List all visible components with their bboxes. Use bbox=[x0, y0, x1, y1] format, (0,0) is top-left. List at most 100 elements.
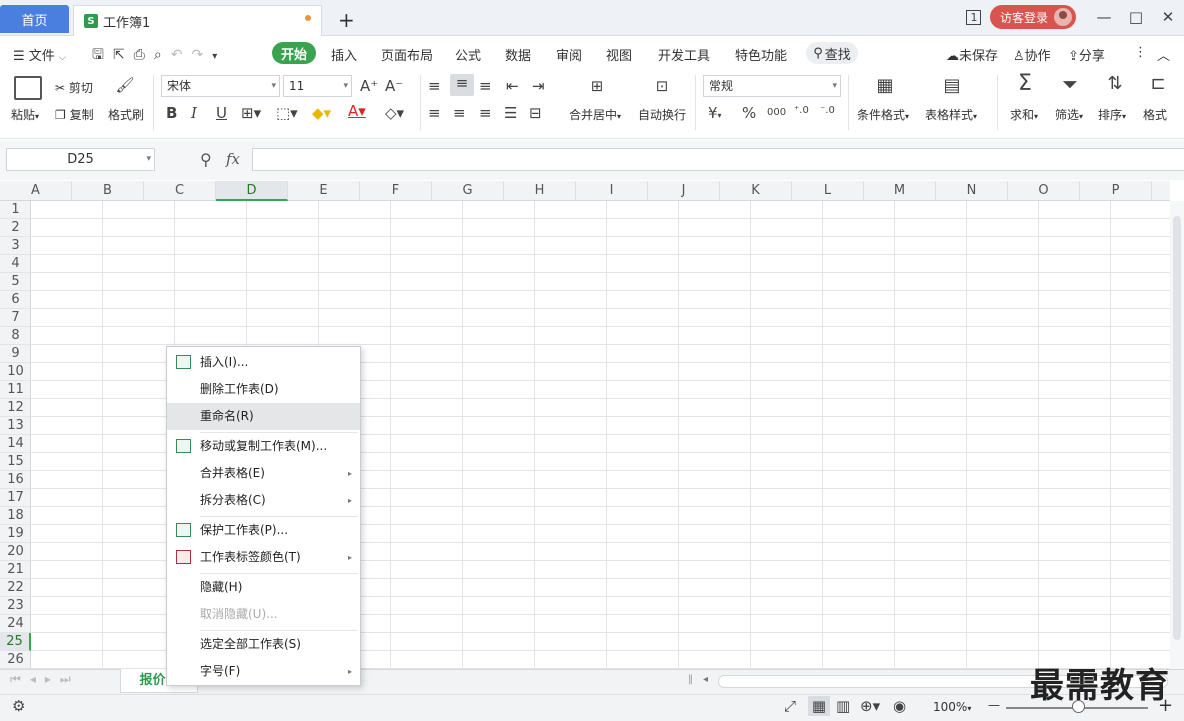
collab-button[interactable]: ♙协作 bbox=[1013, 45, 1051, 64]
row-header-16[interactable]: 16 bbox=[0, 471, 31, 489]
tab-data[interactable]: 数据 bbox=[505, 45, 531, 64]
menu-item-delete-sheet[interactable]: 删除工作表(D) bbox=[167, 376, 360, 403]
column-header-m[interactable]: M bbox=[864, 181, 936, 201]
row-header-8[interactable]: 8 bbox=[0, 327, 31, 345]
merge-center-button[interactable]: 合并居中▾ bbox=[569, 106, 621, 123]
font-size-select[interactable]: 11 bbox=[283, 75, 352, 97]
decimal-increase-icon[interactable]: ⁺.0 bbox=[794, 102, 809, 120]
formula-input[interactable] bbox=[252, 148, 1184, 171]
distribute-icon[interactable]: ⊟ bbox=[529, 104, 542, 122]
thousands-button[interactable]: 000 bbox=[767, 104, 786, 122]
row-header-6[interactable]: 6 bbox=[0, 291, 31, 309]
collapse-ribbon-icon[interactable]: ︿ bbox=[1157, 45, 1170, 64]
column-header-e[interactable]: E bbox=[288, 181, 360, 201]
column-header-g[interactable]: G bbox=[432, 181, 504, 201]
sort-icon[interactable]: ⇅ bbox=[1103, 75, 1127, 93]
align-center-icon[interactable]: ≡ bbox=[453, 104, 466, 122]
row-header-19[interactable]: 19 bbox=[0, 525, 31, 543]
tab-formula[interactable]: 公式 bbox=[455, 45, 481, 64]
column-header-h[interactable]: H bbox=[504, 181, 576, 201]
save-icon[interactable]: 🖫 bbox=[92, 47, 113, 63]
tab-review[interactable]: 审阅 bbox=[556, 45, 582, 64]
unsaved-status[interactable]: ☁未保存 bbox=[946, 45, 998, 64]
row-header-14[interactable]: 14 bbox=[0, 435, 31, 453]
menu-item-protect-sheet[interactable]: 保护工作表(P)... bbox=[167, 517, 360, 544]
column-header-j[interactable]: J bbox=[648, 181, 720, 201]
row-header-7[interactable]: 7 bbox=[0, 309, 31, 327]
eye-protect-icon[interactable]: ◉ bbox=[893, 697, 906, 715]
row-header-2[interactable]: 2 bbox=[0, 219, 31, 237]
paste-icon[interactable] bbox=[14, 76, 42, 100]
font-family-select[interactable]: 宋体 bbox=[161, 75, 280, 97]
layout-icon[interactable]: 1 bbox=[958, 9, 990, 25]
menu-item-select-all-sheets[interactable]: 选定全部工作表(S) bbox=[167, 631, 360, 658]
last-sheet-icon[interactable]: ⏭ bbox=[60, 672, 80, 686]
next-sheet-icon[interactable]: ▸ bbox=[45, 672, 60, 686]
table-style-icon[interactable]: ▤ bbox=[940, 77, 964, 95]
bold-button[interactable]: B bbox=[166, 104, 177, 122]
decimal-decrease-icon[interactable]: ⁻.0 bbox=[820, 102, 835, 120]
maximize-button[interactable]: □ bbox=[1120, 8, 1152, 26]
home-tab[interactable]: 首页 bbox=[0, 5, 69, 33]
menu-item-merge-tables[interactable]: 合并表格(E) ▸ bbox=[167, 460, 360, 487]
macro-icon[interactable]: ⚙ bbox=[12, 697, 25, 715]
column-header-i[interactable]: I bbox=[576, 181, 648, 201]
prev-sheet-icon[interactable]: ◂ bbox=[30, 672, 45, 686]
percent-button[interactable]: % bbox=[742, 104, 756, 122]
brush-icon[interactable]: 🖌 bbox=[115, 76, 135, 94]
fullscreen-icon[interactable]: ⤢ bbox=[784, 697, 796, 715]
menu-item-tab-color[interactable]: 工作表标签颜色(T) ▸ bbox=[167, 544, 360, 571]
align-top-icon[interactable]: ≡ bbox=[428, 77, 441, 95]
paste-button[interactable]: 粘贴▾ bbox=[11, 106, 39, 123]
row-header-11[interactable]: 11 bbox=[0, 381, 31, 399]
page-break-view-icon[interactable]: ⊕▾ bbox=[860, 697, 880, 715]
format-icon[interactable]: ⊏ bbox=[1146, 75, 1170, 93]
wrap-text-button[interactable]: 自动换行 bbox=[638, 106, 686, 123]
share-button[interactable]: ⇪分享 bbox=[1068, 45, 1105, 64]
row-header-5[interactable]: 5 bbox=[0, 273, 31, 291]
zoom-out-button[interactable]: — bbox=[988, 698, 1000, 712]
format-painter-button[interactable]: 格式刷 bbox=[108, 106, 144, 123]
menu-item-split-table[interactable]: 拆分表格(C) ▸ bbox=[167, 487, 360, 514]
justify-icon[interactable]: ☰ bbox=[504, 104, 517, 122]
undo-icon[interactable]: ↶ bbox=[171, 47, 192, 63]
more-icon[interactable]: ▾ bbox=[212, 51, 226, 62]
align-right-icon[interactable]: ≡ bbox=[479, 104, 492, 122]
add-tab-button[interactable]: + bbox=[338, 8, 355, 32]
row-header-10[interactable]: 10 bbox=[0, 363, 31, 381]
column-header-o[interactable]: O bbox=[1008, 181, 1080, 201]
row-header-12[interactable]: 12 bbox=[0, 399, 31, 417]
conditional-format-button[interactable]: 条件格式▾ bbox=[857, 106, 909, 123]
font-grow-icon[interactable]: A⁺ bbox=[360, 77, 378, 95]
zoom-formula-icon[interactable]: ⚲ bbox=[200, 150, 212, 169]
first-sheet-icon[interactable]: ⏮ bbox=[10, 672, 30, 686]
page-layout-view-icon[interactable]: ▥ bbox=[836, 697, 850, 715]
zoom-level[interactable]: 100%▾ bbox=[933, 700, 971, 714]
visitor-login-button[interactable]: 访客登录 bbox=[989, 5, 1076, 29]
cut-button[interactable]: ✂ 剪切 bbox=[55, 79, 93, 96]
menu-item-font-size[interactable]: 字号(F) ▸ bbox=[167, 658, 360, 685]
currency-button[interactable]: ¥▾ bbox=[708, 104, 722, 125]
tab-page-layout[interactable]: 页面布局 bbox=[381, 45, 433, 64]
scroll-left-icon[interactable]: ◂ bbox=[703, 674, 708, 685]
preview-icon[interactable]: ⌕ bbox=[154, 47, 171, 63]
row-header-3[interactable]: 3 bbox=[0, 237, 31, 255]
merge-icon[interactable]: ⊞ bbox=[585, 77, 609, 95]
tab-start[interactable]: 开始 bbox=[272, 42, 316, 64]
column-header-p[interactable]: P bbox=[1080, 181, 1152, 201]
copy-button[interactable]: ❐ 复制 bbox=[55, 106, 94, 123]
column-header-f[interactable]: F bbox=[360, 181, 432, 201]
font-shrink-icon[interactable]: A⁻ bbox=[385, 77, 403, 95]
export-icon[interactable]: ⇱ bbox=[113, 47, 134, 63]
row-header-20[interactable]: 20 bbox=[0, 543, 31, 561]
border-icon[interactable]: ⊞▾ bbox=[241, 104, 261, 122]
workbook-tab[interactable]: S 工作簿1 bbox=[73, 5, 322, 36]
row-header-1[interactable]: 1 bbox=[0, 201, 31, 219]
sum-icon[interactable]: Σ bbox=[1013, 73, 1037, 95]
more-options-icon[interactable]: ⋮ bbox=[1134, 45, 1147, 60]
tab-view[interactable]: 视图 bbox=[606, 45, 632, 64]
conditional-format-icon[interactable]: ▦ bbox=[873, 77, 897, 95]
column-header-c[interactable]: C bbox=[144, 181, 216, 201]
splitter-icon[interactable]: ‖ bbox=[688, 674, 693, 685]
align-bottom-icon[interactable]: ≡ bbox=[479, 77, 492, 95]
